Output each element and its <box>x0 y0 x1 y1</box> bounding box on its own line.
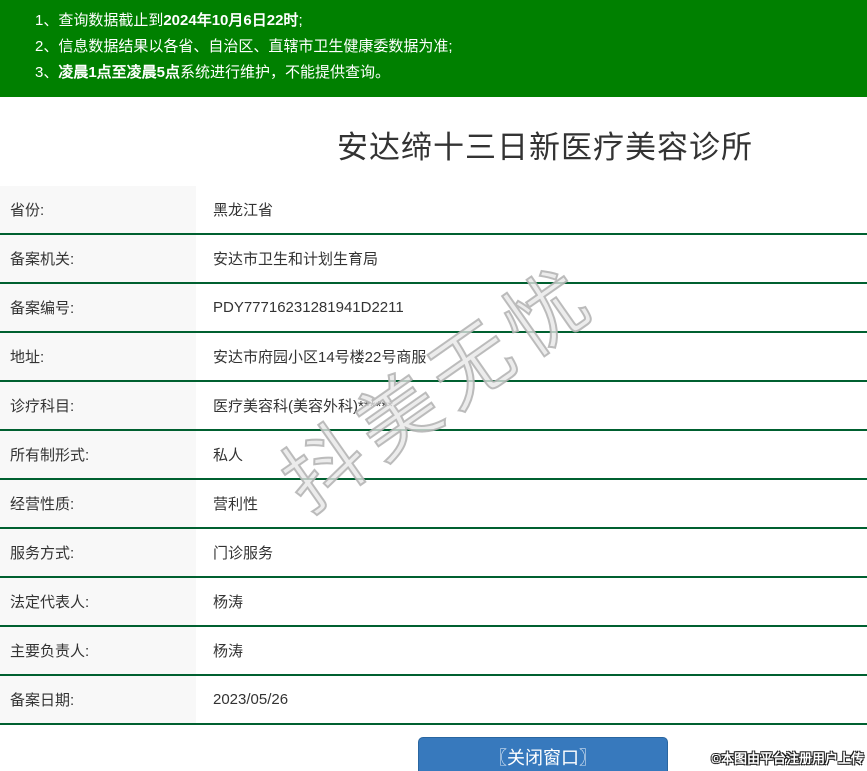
close-window-button[interactable]: 〖关闭窗口〗 <box>418 737 668 771</box>
row-value: 医疗美容科(美容外科)****** <box>213 398 394 415</box>
page-title: 安达缔十三日新医疗美容诊所 <box>337 130 753 165</box>
row-label: 备案编号: <box>0 284 196 331</box>
row-label: 服务方式: <box>0 529 196 576</box>
row-label: 备案机关: <box>0 235 196 282</box>
row-label: 备案日期: <box>0 676 196 723</box>
notice-bar: 1、查询数据截止到2024年10月6日22时; 2、信息数据结果以各省、自治区、直… <box>0 0 867 97</box>
table-row: 诊疗科目: 医疗美容科(美容外科)****** <box>0 382 867 431</box>
row-label: 经营性质: <box>0 480 196 527</box>
notice-line: 1、查询数据截止到2024年10月6日22时; <box>35 12 303 29</box>
corner-watermark: ©本图由平台注册用户上传 <box>711 751 864 766</box>
table-row: 地址: 安达市府园小区14号楼22号商服 <box>0 333 867 382</box>
row-value: 安达市府园小区14号楼22号商服 <box>213 349 427 366</box>
table-row: 主要负责人: 杨涛 <box>0 627 867 676</box>
row-value: 营利性 <box>213 496 259 513</box>
table-row: 法定代表人: 杨涛 <box>0 578 867 627</box>
notice-line: 3、凌晨1点至凌晨5点系统进行维护，不能提供查询。 <box>35 64 391 81</box>
row-value: 黑龙江省 <box>213 202 274 219</box>
row-value: PDY77716231281941D2211 <box>213 299 404 316</box>
row-label: 法定代表人: <box>0 578 196 625</box>
row-value: 门诊服务 <box>213 545 274 562</box>
row-value: 私人 <box>213 447 244 464</box>
table-row: 服务方式: 门诊服务 <box>0 529 867 578</box>
table-row: 备案编号: PDY77716231281941D2211 <box>0 284 867 333</box>
query-result-page: 1、查询数据截止到2024年10月6日22时; 2、信息数据结果以各省、自治区、直… <box>0 0 867 771</box>
row-label: 主要负责人: <box>0 627 196 674</box>
row-label: 省份: <box>0 186 196 233</box>
info-table: 省份: 黑龙江省 备案机关: 安达市卫生和计划生育局 备案编号: PDY7771… <box>0 186 867 725</box>
row-value: 安达市卫生和计划生育局 <box>213 251 379 268</box>
table-row: 省份: 黑龙江省 <box>0 186 867 235</box>
row-value: 2023/05/26 <box>213 691 289 708</box>
table-row: 备案日期: 2023/05/26 <box>0 676 867 725</box>
notice-line: 2、信息数据结果以各省、自治区、直辖市卫生健康委数据为准; <box>35 38 453 55</box>
row-label: 地址: <box>0 333 196 380</box>
row-label: 所有制形式: <box>0 431 196 478</box>
table-row: 备案机关: 安达市卫生和计划生育局 <box>0 235 867 284</box>
row-value: 杨涛 <box>213 594 244 611</box>
table-row: 经营性质: 营利性 <box>0 480 867 529</box>
title-wrap: 安达缔十三日新医疗美容诊所 <box>223 97 867 186</box>
table-row: 所有制形式: 私人 <box>0 431 867 480</box>
row-value: 杨涛 <box>213 643 244 660</box>
row-label: 诊疗科目: <box>0 382 196 429</box>
